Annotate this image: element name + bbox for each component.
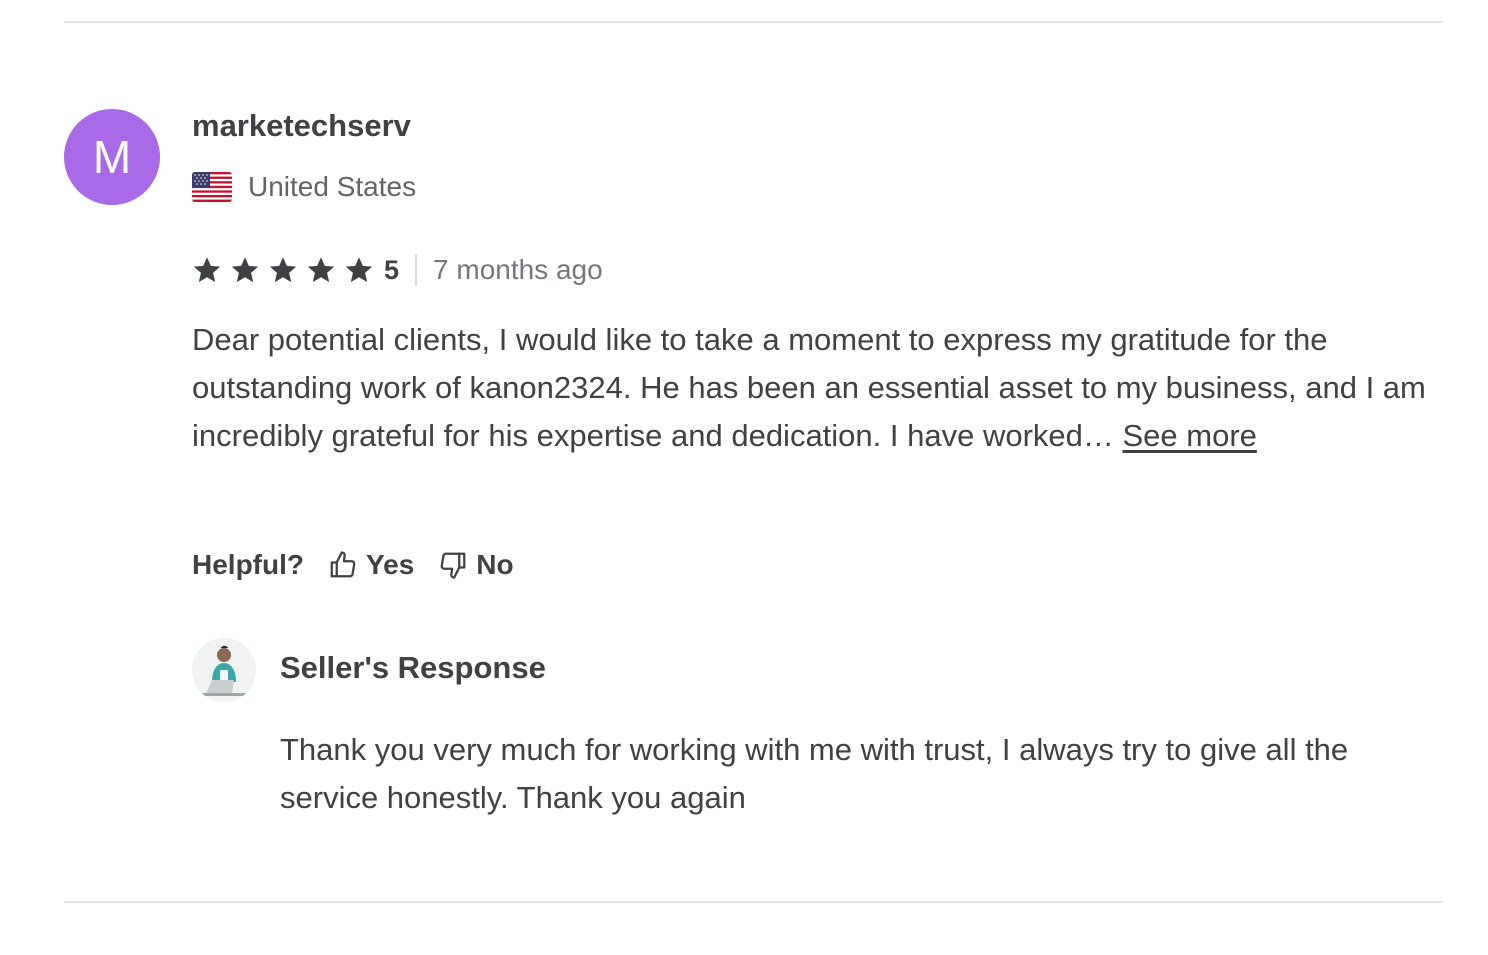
seller-avatar[interactable] xyxy=(192,638,256,702)
helpful-no-label: No xyxy=(476,549,514,580)
helpful-yes-label: Yes xyxy=(366,549,415,580)
rating-value: 5 xyxy=(384,254,400,285)
star-icon xyxy=(269,257,297,283)
helpful-row: Helpful? Yes No xyxy=(192,544,538,586)
reviewer-country: United States xyxy=(248,171,417,202)
review-body: Dear potential clients, I would like to … xyxy=(192,316,1442,460)
rating-row: 5 7 months ago xyxy=(192,250,603,290)
review-time: 7 months ago xyxy=(433,254,603,285)
star-icon xyxy=(345,257,373,283)
seller-response-text: Thank you very much for working with me … xyxy=(280,732,1349,815)
seller-response-title: Seller's Response xyxy=(280,650,546,685)
seller-photo xyxy=(192,638,256,702)
star-icon xyxy=(193,257,221,283)
top-divider xyxy=(64,21,1443,23)
reviewer-country-row: United States xyxy=(192,170,416,204)
thumbs-down-icon xyxy=(440,552,466,579)
star-icon xyxy=(307,257,335,283)
reviewer-username[interactable]: marketechserv xyxy=(192,108,411,144)
helpful-no-button[interactable]: No xyxy=(438,549,514,581)
star-icon xyxy=(231,257,259,283)
helpful-label: Helpful? xyxy=(192,549,304,580)
reviewer-avatar[interactable]: M xyxy=(64,109,160,205)
bottom-divider xyxy=(64,901,1443,903)
rating-separator xyxy=(415,254,418,286)
helpful-yes-button[interactable]: Yes xyxy=(328,549,414,581)
us-flag-icon xyxy=(192,172,232,202)
see-more-link[interactable]: See more xyxy=(1123,418,1257,453)
thumbs-up-icon xyxy=(330,551,356,578)
